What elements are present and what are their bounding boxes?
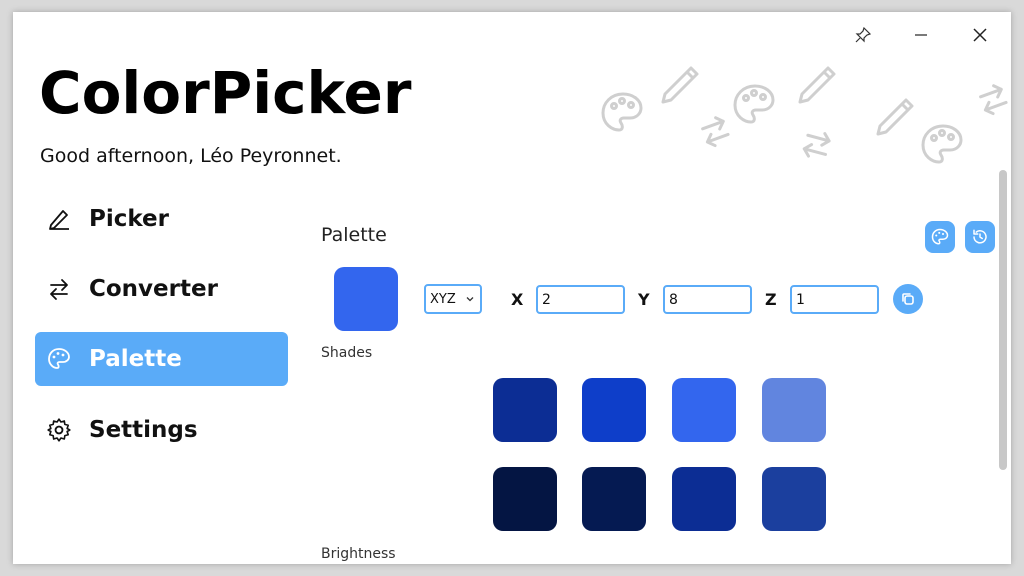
nav-label: Converter [89, 276, 218, 302]
minimize-button[interactable] [898, 24, 944, 46]
x-label: X [511, 290, 524, 309]
nav-item-settings[interactable]: Settings [35, 403, 288, 457]
nav-item-palette[interactable]: Palette [35, 332, 288, 386]
pen-icon [46, 206, 72, 232]
app-title: ColorPicker [39, 59, 412, 127]
pin-button[interactable] [840, 24, 886, 46]
pencil-icon [798, 66, 836, 104]
swap-arrows-icon [701, 116, 730, 148]
z-label: Z [765, 290, 777, 309]
palette-icon [733, 84, 775, 124]
shade-swatch[interactable] [762, 378, 826, 442]
shade-swatch[interactable] [582, 378, 646, 442]
swap-arrows-icon [46, 276, 72, 302]
close-button[interactable] [957, 24, 1003, 46]
shade-swatch[interactable] [493, 378, 557, 442]
close-icon [973, 28, 987, 42]
nav-item-converter[interactable]: Converter [35, 262, 288, 316]
y-label: Y [638, 290, 650, 309]
shade-swatch[interactable] [672, 467, 736, 531]
greeting-text: Good afternoon, Léo Peyronnet. [40, 145, 342, 167]
section-title: Palette [321, 224, 387, 246]
brightness-label: Brightness [321, 546, 396, 562]
history-button[interactable] [965, 221, 995, 253]
shade-swatch[interactable] [672, 378, 736, 442]
copy-icon [902, 293, 914, 305]
nav-label: Palette [89, 346, 182, 372]
nav-label: Settings [89, 417, 198, 443]
app-window: ColorPicker Good afternoon, Léo Peyronne… [13, 12, 1011, 564]
pencil-icon [876, 98, 914, 136]
color-preview[interactable] [334, 267, 398, 331]
palette-icon [601, 92, 643, 132]
nav-item-picker[interactable]: Picker [35, 192, 288, 246]
decorative-banner [601, 66, 1008, 164]
nav-label: Picker [89, 206, 169, 232]
palette-icon [921, 124, 963, 164]
swap-arrows-icon [802, 132, 831, 158]
pencil-icon [661, 66, 699, 104]
minimize-icon [915, 34, 927, 36]
scrollbar[interactable] [999, 170, 1007, 470]
color-space-value: XYZ [430, 291, 456, 307]
color-space-select[interactable]: XYZ [424, 284, 482, 314]
x-field[interactable] [536, 285, 625, 314]
swap-arrows-icon [979, 84, 1008, 116]
chevron-down-icon [466, 297, 474, 302]
palette-icon [931, 228, 949, 245]
shade-swatch[interactable] [493, 467, 557, 531]
shades-label: Shades [321, 345, 373, 361]
z-field[interactable] [790, 285, 879, 314]
copy-button[interactable] [893, 284, 923, 314]
y-field[interactable] [663, 285, 752, 314]
shade-swatch[interactable] [582, 467, 646, 531]
pin-icon [855, 27, 871, 43]
random-palette-button[interactable] [925, 221, 955, 253]
history-icon [973, 229, 987, 244]
shade-swatch[interactable] [762, 467, 826, 531]
palette-icon [46, 346, 72, 372]
gear-icon [46, 417, 72, 443]
